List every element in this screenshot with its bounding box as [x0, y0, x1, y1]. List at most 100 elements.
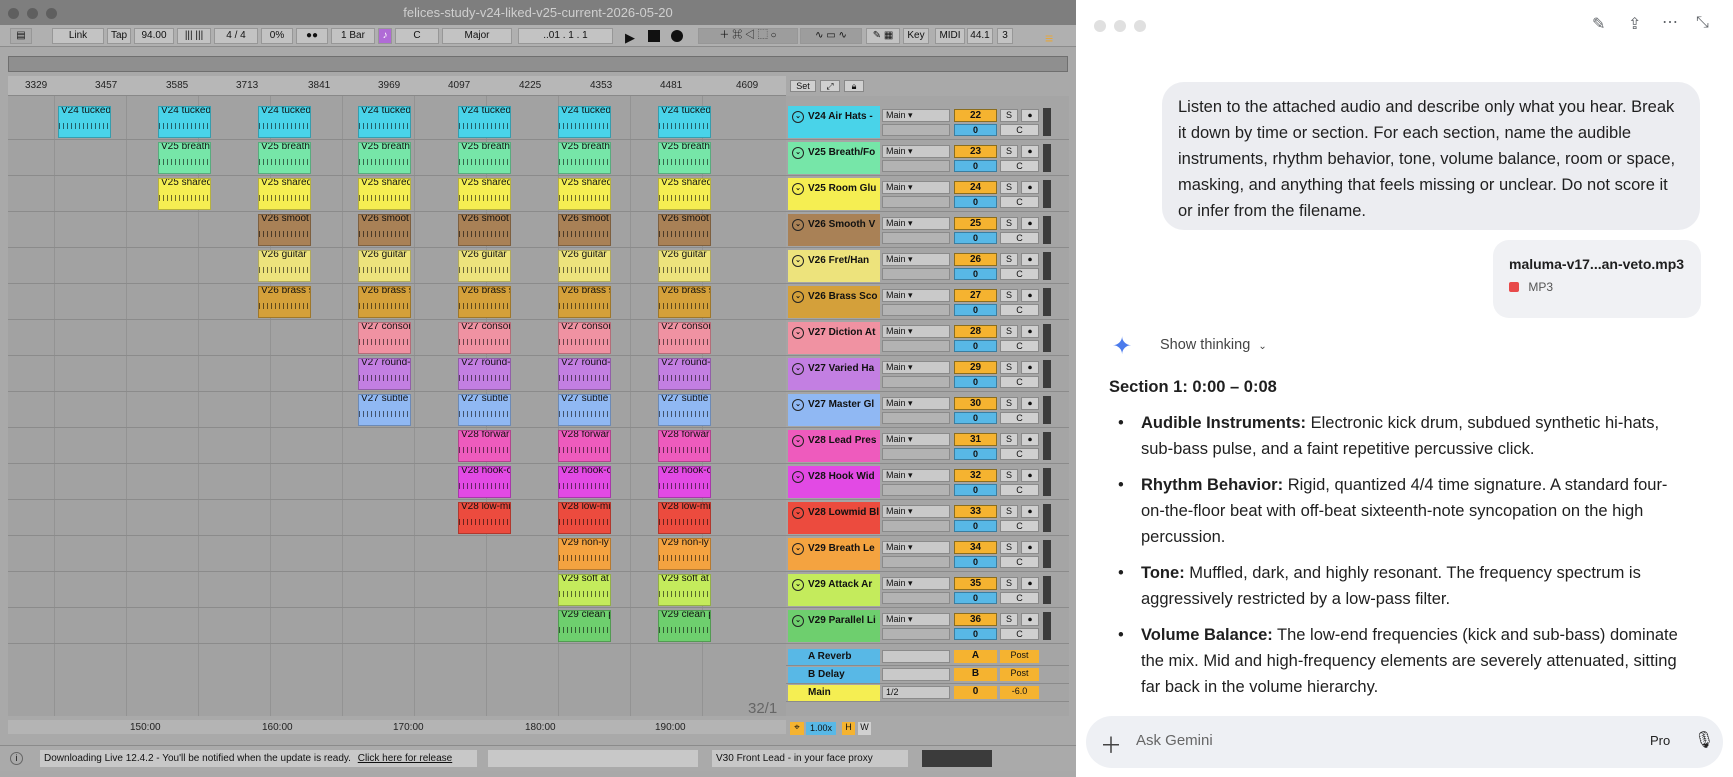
- track-name[interactable]: ⌄ V27 Diction At: [788, 322, 880, 354]
- nudge-icon[interactable]: ||| |||: [177, 28, 211, 44]
- arrangement-track[interactable]: V28 low-mi V28 low-mi V28 low-mi: [8, 500, 786, 536]
- clip[interactable]: V28 low-mi: [658, 502, 711, 534]
- zoom-field[interactable]: 1.00x: [806, 722, 836, 735]
- clip[interactable]: V25 shared: [158, 178, 211, 210]
- output-routing-menu[interactable]: Main ▾: [882, 109, 950, 122]
- solo-button[interactable]: S: [1000, 181, 1018, 194]
- track-number[interactable]: 33: [954, 505, 997, 518]
- output-routing-menu[interactable]: Main ▾: [882, 145, 950, 158]
- volume-field[interactable]: 0: [954, 160, 997, 172]
- model-mode-button[interactable]: Pro: [1650, 733, 1670, 748]
- arrangement-track[interactable]: V25 shared V25 shared V25 shared V25 shared…: [8, 176, 786, 212]
- clip[interactable]: V25 breath: [258, 142, 311, 174]
- h-button[interactable]: H: [842, 722, 855, 735]
- solo-button[interactable]: S: [1000, 613, 1018, 626]
- arrangement-track[interactable]: V28 forwar V28 forwar V28 forwar: [8, 428, 786, 464]
- return-letter[interactable]: 0: [954, 686, 997, 699]
- track-fold-icon[interactable]: ⌄: [792, 543, 804, 555]
- clip[interactable]: V25 shared: [358, 178, 411, 210]
- arm-button[interactable]: ⏺: [1021, 181, 1039, 194]
- clip[interactable]: V26 guitar: [258, 250, 311, 282]
- pan-field[interactable]: C: [1000, 520, 1039, 532]
- clip[interactable]: V28 hook-c: [658, 466, 711, 498]
- track-number[interactable]: 27: [954, 289, 997, 302]
- arm-button[interactable]: ⏺: [1021, 577, 1039, 590]
- pan-field[interactable]: C: [1000, 340, 1039, 352]
- track-fold-icon[interactable]: ⌄: [792, 579, 804, 591]
- solo-button[interactable]: S: [1000, 361, 1018, 374]
- output-routing-menu[interactable]: Main ▾: [882, 541, 950, 554]
- clip[interactable]: V28 hook-c: [458, 466, 511, 498]
- arm-button[interactable]: ⏺: [1021, 397, 1039, 410]
- pan-field[interactable]: C: [1000, 268, 1039, 280]
- output-routing-menu[interactable]: Main ▾: [882, 253, 950, 266]
- attached-file-card[interactable]: maluma-v17...an-veto.mp3 MP3: [1493, 240, 1701, 318]
- track-number[interactable]: 35: [954, 577, 997, 590]
- pan-field[interactable]: C: [1000, 628, 1039, 640]
- output-routing-menu[interactable]: Main ▾: [882, 433, 950, 446]
- clip-preview[interactable]: [488, 750, 698, 767]
- arrangement-track[interactable]: V27 consor V27 consor V27 consor V27 consor: [8, 320, 786, 356]
- link-button[interactable]: Link: [52, 28, 104, 44]
- stop-icon[interactable]: [648, 30, 660, 42]
- volume-field[interactable]: 0: [954, 520, 997, 532]
- track-fold-icon[interactable]: ⌄: [792, 615, 804, 627]
- output-routing-menu[interactable]: Main ▾: [882, 181, 950, 194]
- clip[interactable]: V25 breath: [658, 142, 711, 174]
- pan-field[interactable]: C: [1000, 484, 1039, 496]
- track-number[interactable]: 23: [954, 145, 997, 158]
- volume-field[interactable]: 0: [954, 448, 997, 460]
- volume-field[interactable]: 0: [954, 376, 997, 388]
- clip[interactable]: V26 brass s: [658, 286, 711, 318]
- pan-field[interactable]: C: [1000, 160, 1039, 172]
- clip[interactable]: V24 tucked: [158, 106, 211, 138]
- arrangement-track[interactable]: V29 soft at V29 soft at: [8, 572, 786, 608]
- track-fold-icon[interactable]: ⌄: [792, 147, 804, 159]
- clip[interactable]: V25 breath: [558, 142, 611, 174]
- pan-field[interactable]: C: [1000, 448, 1039, 460]
- solo-button[interactable]: S: [1000, 325, 1018, 338]
- output-sub-menu[interactable]: [882, 556, 950, 568]
- track-fold-icon[interactable]: ⌄: [792, 471, 804, 483]
- clip[interactable]: V26 smoot: [658, 214, 711, 246]
- clip[interactable]: V26 guitar: [358, 250, 411, 282]
- solo-button[interactable]: S: [1000, 505, 1018, 518]
- arm-button[interactable]: ⏺: [1021, 325, 1039, 338]
- pan-field[interactable]: C: [1000, 304, 1039, 316]
- solo-button[interactable]: S: [1000, 217, 1018, 230]
- track-name[interactable]: ⌄ V29 Attack Ar: [788, 574, 880, 606]
- clip[interactable]: V24 tucked: [258, 106, 311, 138]
- volume-field[interactable]: 0: [954, 232, 997, 244]
- solo-button[interactable]: S: [1000, 397, 1018, 410]
- clip[interactable]: V28 forwar: [658, 430, 711, 462]
- arm-button[interactable]: ⏺: [1021, 505, 1039, 518]
- clip[interactable]: V26 brass s: [358, 286, 411, 318]
- clip[interactable]: V27 subtle: [358, 394, 411, 426]
- clip[interactable]: V26 guitar: [658, 250, 711, 282]
- track-number[interactable]: 25: [954, 217, 997, 230]
- clip[interactable]: V26 smoot: [458, 214, 511, 246]
- status-release-link[interactable]: Click here for release: [358, 753, 452, 764]
- output-sub-menu[interactable]: [882, 376, 950, 388]
- arm-button[interactable]: ⏺: [1021, 541, 1039, 554]
- track-number[interactable]: 34: [954, 541, 997, 554]
- output-routing-menu[interactable]: Main ▾: [882, 577, 950, 590]
- arrangement-overview[interactable]: [8, 56, 1068, 72]
- track-number[interactable]: 22: [954, 109, 997, 122]
- arm-button[interactable]: ⏺: [1021, 469, 1039, 482]
- track-name[interactable]: ⌄ V28 Lowmid Bl: [788, 502, 880, 534]
- arrangement-track[interactable]: V29 clean p V29 clean p: [8, 608, 786, 644]
- output-sub-menu[interactable]: [882, 484, 950, 496]
- track-number[interactable]: 24: [954, 181, 997, 194]
- output-sub-menu[interactable]: [882, 304, 950, 316]
- output-routing-menu[interactable]: Main ▾: [882, 505, 950, 518]
- pan-field[interactable]: C: [1000, 232, 1039, 244]
- clip[interactable]: V27 round-: [358, 358, 411, 390]
- clip[interactable]: V27 consor: [358, 322, 411, 354]
- arrangement-track[interactable]: V26 smoot V26 smoot V26 smoot V26 smoot V26 …: [8, 212, 786, 248]
- return-routing[interactable]: 1/2: [882, 686, 950, 699]
- key-root-menu[interactable]: C: [395, 28, 439, 44]
- follow-icon[interactable]: ⌖: [790, 722, 804, 735]
- time-signature-field[interactable]: 4 / 4: [214, 28, 258, 44]
- return-track-name[interactable]: B Delay: [788, 667, 880, 683]
